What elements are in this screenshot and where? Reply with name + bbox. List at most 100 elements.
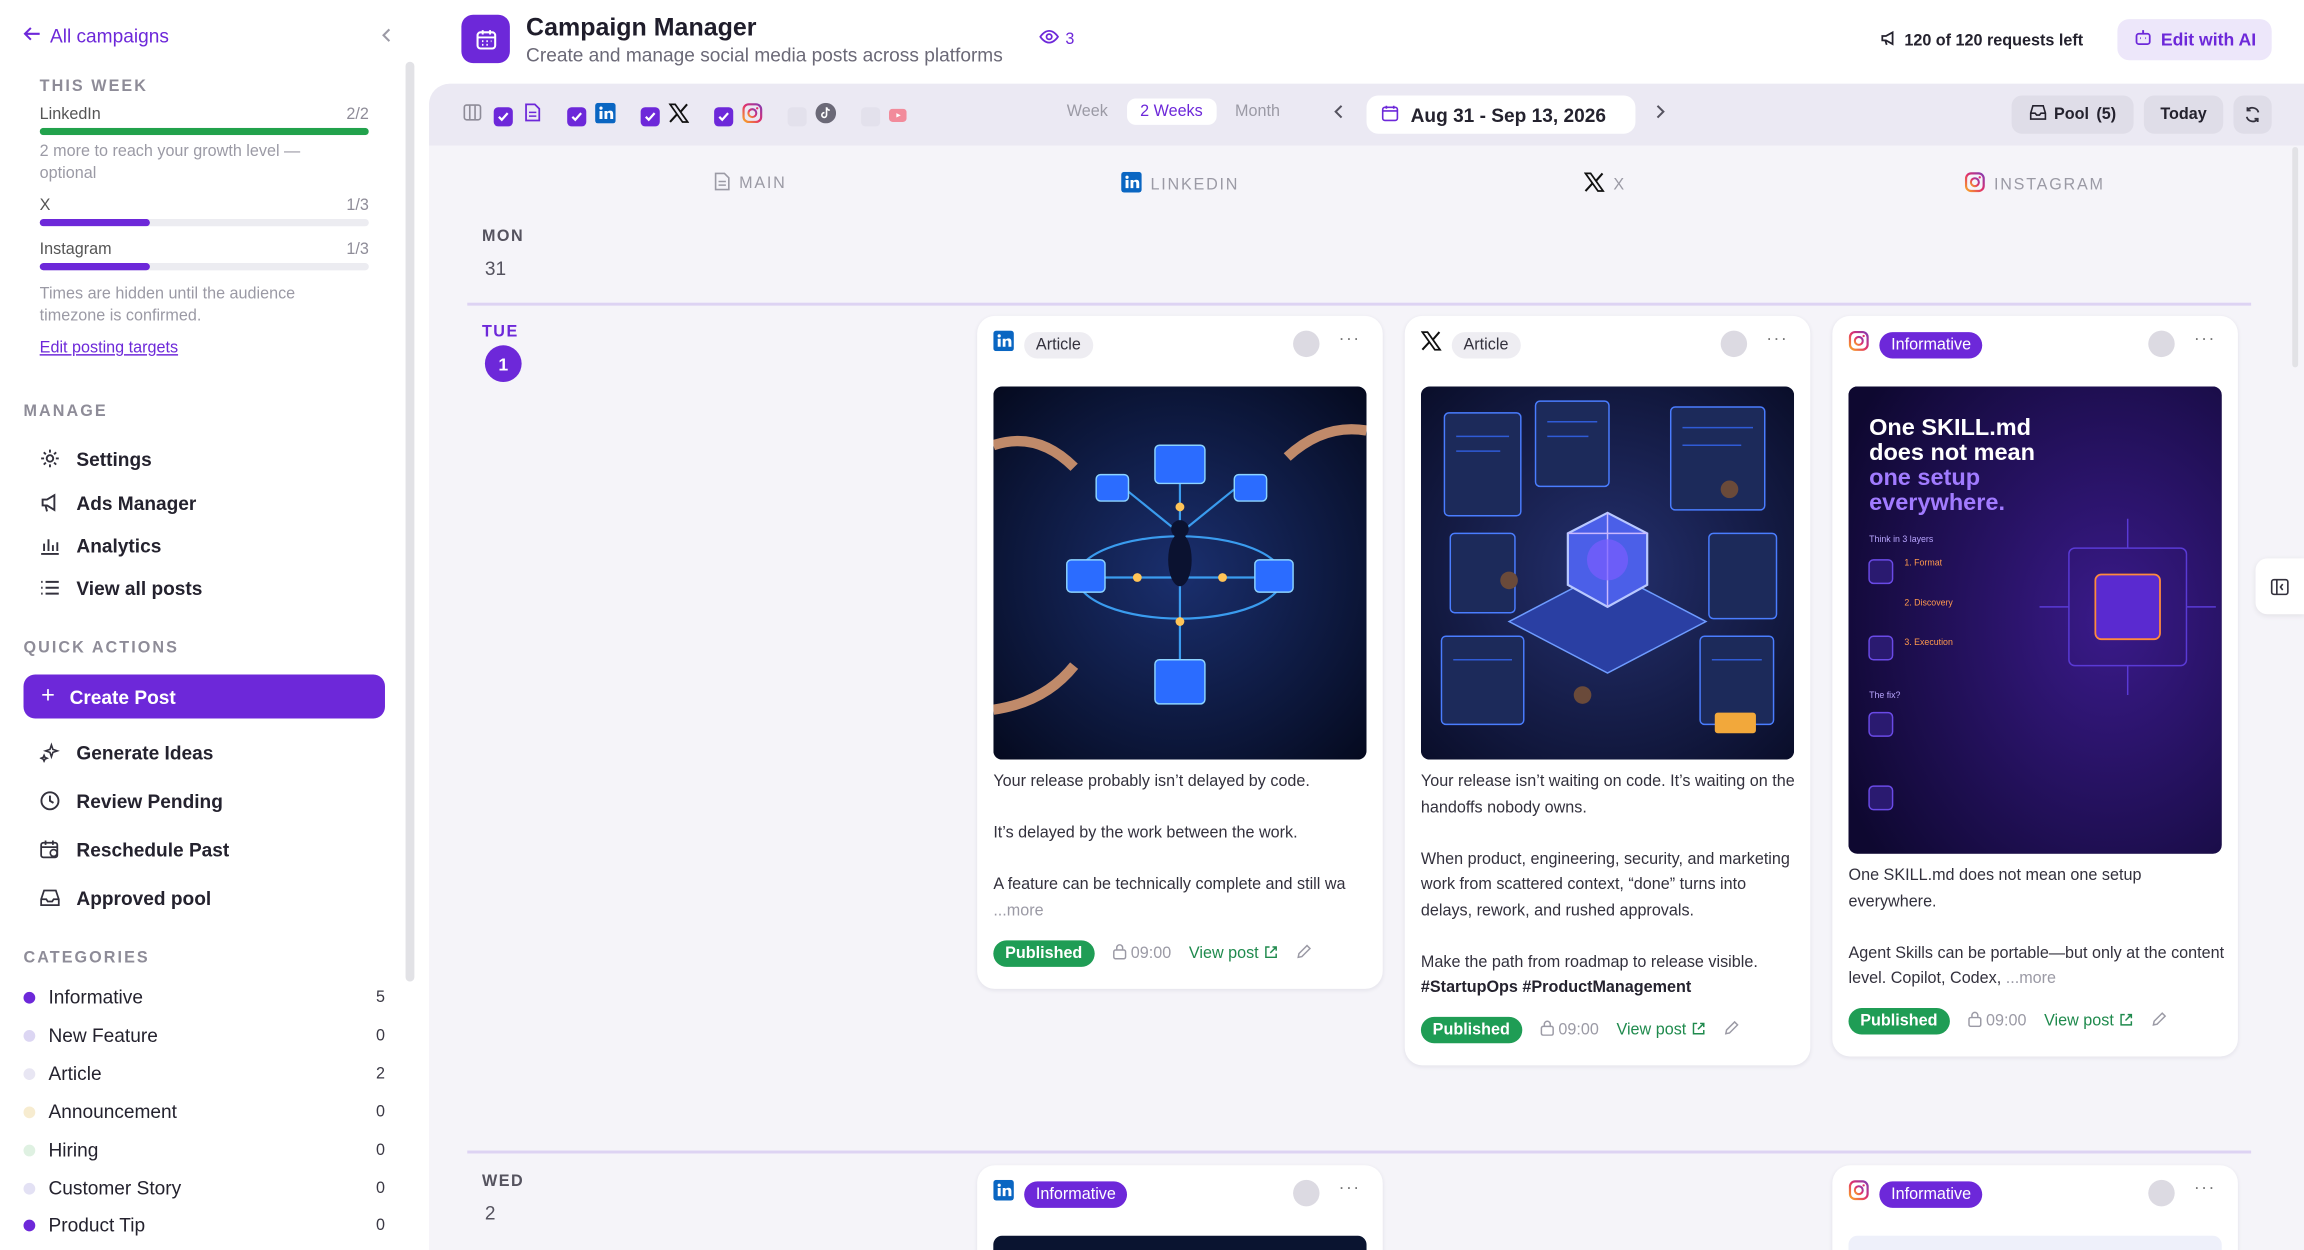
view-post-link[interactable]: View post: [1616, 1020, 1705, 1039]
pencil-icon[interactable]: [1723, 1020, 1739, 1041]
card-header: Informative: [993, 1179, 1128, 1208]
nav-label: View all posts: [76, 576, 203, 599]
view-post-link[interactable]: View post: [1189, 944, 1278, 963]
category-customer-story[interactable]: Customer Story 0: [23, 1177, 385, 1199]
quick-actions-title: QUICK ACTIONS: [23, 639, 179, 657]
filter-youtube[interactable]: [861, 103, 907, 129]
calendar-icon: [1381, 104, 1399, 126]
checkbox-checked-icon[interactable]: [640, 107, 660, 127]
category-dot: [23, 1105, 36, 1118]
approved-pool-action[interactable]: Approved pool: [38, 886, 211, 910]
select-circle[interactable]: [1720, 330, 1748, 358]
create-post-button[interactable]: + Create Post: [23, 674, 385, 719]
edit-posting-targets-link[interactable]: Edit posting targets: [40, 339, 178, 357]
select-circle[interactable]: [1293, 1179, 1320, 1207]
view-post-link[interactable]: View post: [2044, 1012, 2133, 1031]
edit-with-ai-button[interactable]: Edit with AI: [2117, 19, 2272, 61]
category-article[interactable]: Article 2: [23, 1062, 385, 1084]
more-icon[interactable]: ···: [2194, 1177, 2216, 1198]
more-icon[interactable]: ···: [1766, 328, 1788, 349]
post-card-linkedin[interactable]: Article ··· Your release probably isn’t …: [977, 315, 1383, 989]
reschedule-past-action[interactable]: Reschedule Past: [38, 838, 229, 862]
category-dot: [23, 991, 36, 1003]
pool-button[interactable]: Pool (5): [2011, 95, 2134, 134]
post-card-instagram[interactable]: Informative ···: [1832, 1165, 2238, 1250]
checkbox-checked-icon[interactable]: [567, 107, 587, 127]
category-name: Hiring: [48, 1138, 99, 1161]
status-badge: Published: [1848, 1008, 1950, 1035]
megaphone-icon: [38, 491, 62, 515]
more-icon[interactable]: ···: [2194, 328, 2216, 349]
more-link[interactable]: ...more: [2006, 970, 2056, 988]
chevron-left-icon[interactable]: [1333, 103, 1345, 125]
post-paragraph: A feature can be technically complete an…: [993, 875, 1346, 894]
image-headline: does not mean: [1869, 440, 2035, 466]
card-header: Informative: [1848, 1180, 1983, 1208]
nav-settings[interactable]: Settings: [38, 447, 152, 471]
inbox-icon: [38, 886, 62, 910]
view-2-weeks-tab[interactable]: 2 Weeks: [1126, 98, 1216, 125]
eye-icon: [1039, 29, 1060, 48]
today-button[interactable]: Today: [2143, 95, 2224, 134]
linkedin-icon: [993, 330, 1014, 359]
category-informative[interactable]: Informative 5: [23, 986, 385, 1008]
select-circle[interactable]: [2148, 330, 2175, 358]
category-new-feature[interactable]: New Feature 0: [23, 1024, 385, 1046]
generate-ideas-action[interactable]: Generate Ideas: [38, 741, 213, 765]
nav-label: Settings: [76, 447, 152, 470]
checkbox-unchecked-icon[interactable]: [787, 107, 807, 127]
category-count: 0: [375, 1215, 385, 1234]
sidebar-scrollbar[interactable]: [405, 61, 415, 982]
linkedin-note: 2 more to reach your growth level — opti…: [39, 142, 301, 183]
nav-ads-manager[interactable]: Ads Manager: [38, 491, 196, 515]
checkbox-checked-icon[interactable]: [714, 107, 734, 127]
checkbox-checked-icon[interactable]: [493, 106, 513, 126]
view-month-tab[interactable]: Month: [1222, 98, 1293, 124]
category-announcement[interactable]: Announcement 0: [23, 1101, 385, 1123]
checkbox-unchecked-icon[interactable]: [861, 106, 881, 126]
clock-icon: [38, 789, 62, 813]
filter-instagram[interactable]: [714, 103, 763, 131]
category-tag[interactable]: Article: [1024, 331, 1093, 358]
pencil-icon[interactable]: [2151, 1011, 2167, 1032]
columns-layout-icon[interactable]: [463, 103, 482, 122]
viewers-indicator[interactable]: 3: [1039, 29, 1074, 48]
date-range-picker[interactable]: Aug 31 - Sep 13, 2026: [1366, 95, 1636, 134]
category-product-tip[interactable]: Product Tip 0: [23, 1214, 385, 1236]
refresh-icon[interactable]: [2233, 95, 2272, 134]
filter-x[interactable]: [640, 103, 690, 131]
view-week-tab[interactable]: Week: [1054, 98, 1121, 124]
category-tag[interactable]: Informative: [1024, 1180, 1128, 1208]
category-tag[interactable]: Informative: [1879, 1180, 1983, 1208]
filter-main[interactable]: [493, 103, 541, 129]
nav-view-all-posts[interactable]: View all posts: [38, 576, 202, 600]
category-tag[interactable]: Article: [1451, 331, 1521, 358]
collapse-sidebar-icon[interactable]: [379, 25, 394, 49]
more-icon[interactable]: ···: [1339, 328, 1361, 349]
calendar-scrollbar[interactable]: [2292, 146, 2299, 368]
side-panel-toggle-icon[interactable]: [2255, 558, 2304, 615]
select-circle[interactable]: [2148, 1179, 2175, 1207]
category-tag[interactable]: Informative: [1879, 331, 1983, 358]
create-post-label: Create Post: [69, 685, 176, 708]
day-number-today: 1: [484, 345, 522, 383]
image-caption: Think in 3 layers: [1869, 536, 1934, 546]
post-card-x[interactable]: Article ··· Your release isn’t waiting o…: [1404, 315, 1811, 1066]
more-icon[interactable]: ···: [1339, 1177, 1361, 1198]
filter-tiktok[interactable]: [787, 102, 837, 131]
chevron-right-icon[interactable]: [1655, 103, 1667, 125]
linkedin-icon: [1121, 171, 1142, 197]
category-hiring[interactable]: Hiring 0: [23, 1138, 385, 1161]
nav-analytics[interactable]: Analytics: [38, 533, 161, 557]
pencil-icon[interactable]: [1295, 943, 1311, 964]
filter-linkedin[interactable]: [567, 102, 616, 131]
this-week-title: THIS WEEK: [39, 77, 148, 96]
review-pending-action[interactable]: Review Pending: [38, 789, 223, 813]
back-to-campaigns-link[interactable]: All campaigns: [23, 25, 169, 47]
post-card-instagram[interactable]: Informative ··· One SKILL.md does not me…: [1832, 315, 2238, 1057]
more-link[interactable]: ...more: [993, 901, 1043, 919]
plus-icon: +: [41, 683, 55, 709]
list-icon: [38, 576, 62, 600]
post-card-linkedin[interactable]: Informative ···: [977, 1165, 1383, 1250]
select-circle[interactable]: [1293, 330, 1320, 358]
